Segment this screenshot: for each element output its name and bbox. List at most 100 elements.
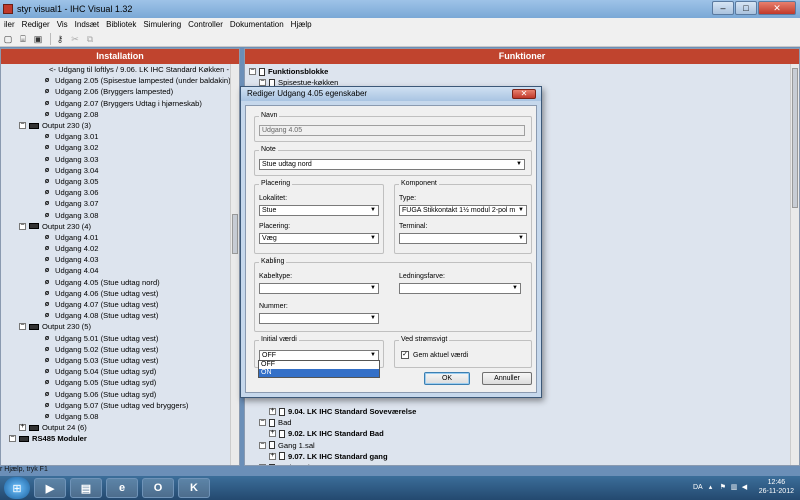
tree-row[interactable]: ø Udgang 3.08	[1, 209, 239, 220]
installation-scrollbar[interactable]	[230, 64, 239, 465]
tree-row[interactable]: − Output 230 (5)	[1, 321, 239, 332]
tree-row[interactable]: ø Udgang 4.04	[1, 265, 239, 276]
chevron-up-icon[interactable]: ▴	[709, 483, 717, 491]
menu-item[interactable]: iler	[4, 20, 15, 29]
collapse-icon[interactable]: −	[19, 323, 26, 331]
collapse-icon[interactable]: −	[259, 464, 266, 465]
tree-row[interactable]: <- Udgang til loftlys / 9.06. LK IHC Sta…	[1, 64, 239, 75]
tree-row[interactable]: − Gang 1.sal	[245, 440, 799, 451]
ie-icon[interactable]: e	[106, 478, 138, 498]
tree-row[interactable]: ø Udgang 2.08	[1, 109, 239, 120]
volume-icon[interactable]: ◀	[742, 483, 750, 491]
save-icon[interactable]: ▣	[32, 33, 44, 45]
chevron-down-icon[interactable]: ▼	[517, 207, 525, 214]
tree-row[interactable]: ø Udgang 5.04 (Stue udtag syd)	[1, 366, 239, 377]
functions-scroll-thumb[interactable]	[792, 68, 798, 208]
ihc-icon[interactable]: K	[178, 478, 210, 498]
chevron-down-icon[interactable]: ▼	[369, 207, 377, 214]
menu-item[interactable]: Hjælp	[291, 20, 312, 29]
gem-checkbox[interactable]: ✓	[401, 351, 409, 359]
tree-row[interactable]: ø Udgang 3.05	[1, 176, 239, 187]
tree-row[interactable]: ø Udgang 5.06 (Stue udtag syd)	[1, 388, 239, 399]
tree-row[interactable]: ø Udgang 3.06	[1, 187, 239, 198]
maximize-button[interactable]: □	[735, 1, 757, 15]
tree-row[interactable]: ø Udgang 4.07 (Stue udtag vest)	[1, 299, 239, 310]
chevron-down-icon[interactable]: ▼	[369, 285, 377, 292]
collapse-icon[interactable]: −	[259, 441, 266, 449]
tree-row[interactable]: +9.04. LK IHC Standard Soveværelse	[245, 406, 799, 417]
chevron-down-icon[interactable]: ▼	[515, 161, 523, 168]
network-icon[interactable]: ▥	[731, 483, 739, 491]
tree-row[interactable]: ø Udgang 5.03 (Stue udtag vest)	[1, 355, 239, 366]
collapse-icon[interactable]: −	[249, 68, 256, 76]
terminal-select[interactable]: ▼	[399, 233, 527, 244]
tree-row[interactable]: ø Udgang 4.06 (Stue udtag vest)	[1, 288, 239, 299]
new-icon[interactable]: ▢	[2, 33, 14, 45]
tree-row[interactable]: ø Udgang 2.07 (Bryggers Udtag i hjørneska…	[1, 98, 239, 109]
chevron-down-icon[interactable]: ▼	[369, 235, 377, 242]
menu-item[interactable]: Controller	[188, 20, 223, 29]
clock[interactable]: 12:46 26-11-2012	[759, 478, 794, 496]
menu-item[interactable]: Simulering	[143, 20, 181, 29]
tree-row[interactable]: ø Udgang 5.02 (Stue udtag vest)	[1, 344, 239, 355]
dropdown-option[interactable]: OFF	[259, 361, 379, 369]
collapse-icon[interactable]: −	[259, 419, 266, 427]
type-select[interactable]: FUGA Stikkontakt 1½ modul 2-pol m ▼	[399, 205, 527, 216]
tree-row[interactable]: ø Udgang 5.01 (Stue udtag vest)	[1, 333, 239, 344]
menu-item[interactable]: Rediger	[22, 20, 50, 29]
tree-row[interactable]: ø Udgang 5.05 (Stue udtag syd)	[1, 377, 239, 388]
tree-row[interactable]: + Output 24 (6)	[1, 422, 239, 433]
functions-scrollbar[interactable]	[790, 64, 799, 465]
menu-item[interactable]: Bibliotek	[106, 20, 136, 29]
media-player-icon[interactable]: ▶	[34, 478, 66, 498]
tree-row[interactable]: ø Udgang 3.04	[1, 165, 239, 176]
tree-row[interactable]: − Output 230 (3)	[1, 120, 239, 131]
tree-row[interactable]: ø Udgang 5.07 (Stue udtag ved bryggers)	[1, 400, 239, 411]
collapse-icon[interactable]: −	[19, 122, 26, 130]
outlook-icon[interactable]: O	[142, 478, 174, 498]
chevron-down-icon[interactable]: ▼	[517, 235, 525, 242]
dropdown-option[interactable]: ON	[259, 369, 379, 377]
tree-row[interactable]: ø Udgang 4.03	[1, 254, 239, 265]
tree-row[interactable]: ø Udgang 3.03	[1, 154, 239, 165]
installation-scroll-thumb[interactable]	[232, 214, 238, 254]
start-button[interactable]: ⊞	[4, 477, 30, 499]
chevron-down-icon[interactable]: ▼	[511, 285, 519, 292]
open-icon[interactable]: ⌸	[17, 33, 29, 45]
gem-checkbox-row[interactable]: ✓ Gem aktuel værdi	[401, 351, 468, 359]
expand-icon[interactable]: +	[269, 408, 276, 416]
tree-row[interactable]: ø Udgang 5.08	[1, 411, 239, 422]
tree-row[interactable]: +9.02. LK IHC Standard Bad	[245, 428, 799, 439]
cut-icon[interactable]: ✂	[69, 33, 81, 45]
minimize-button[interactable]: –	[712, 1, 734, 15]
expand-icon[interactable]: +	[269, 430, 276, 438]
lokalitet-select[interactable]: Stue ▼	[259, 205, 379, 216]
tree-row[interactable]: ø Udgang 4.08 (Stue udtag vest)	[1, 310, 239, 321]
note-field[interactable]: Stue udtag nord ▼	[259, 159, 525, 170]
tree-row[interactable]: − Bad 1.sal	[245, 462, 799, 465]
chevron-down-icon[interactable]: ▼	[369, 352, 377, 359]
tree-row[interactable]: − Funktionsblokke	[245, 66, 799, 77]
tree-row[interactable]: ø Udgang 4.02	[1, 243, 239, 254]
tree-row[interactable]: ø Udgang 2.05 (Spisestue lampested (under…	[1, 75, 239, 86]
chevron-down-icon[interactable]: ▼	[369, 315, 377, 322]
placering-select[interactable]: Væg ▼	[259, 233, 379, 244]
expand-icon[interactable]: +	[269, 452, 276, 460]
cancel-button[interactable]: Annuller	[482, 372, 532, 385]
flag-icon[interactable]: ⚑	[720, 483, 728, 491]
dialog-close-button[interactable]: ✕	[512, 89, 536, 99]
tree-row[interactable]: +9.07. LK IHC Standard gang	[245, 451, 799, 462]
ok-button[interactable]: OK	[424, 372, 470, 385]
tree-row[interactable]: ø Udgang 4.01	[1, 232, 239, 243]
language-indicator[interactable]: DA	[693, 484, 703, 491]
tree-row[interactable]: ø Udgang 2.06 (Bryggers lampested)	[1, 86, 239, 97]
kabeltype-select[interactable]: ▼	[259, 283, 379, 294]
tree-row[interactable]: ø Udgang 3.01	[1, 131, 239, 142]
collapse-icon[interactable]: −	[9, 435, 16, 443]
menu-item[interactable]: Indsæt	[75, 20, 99, 29]
nummer-select[interactable]: ▼	[259, 313, 379, 324]
tree-row[interactable]: ø Udgang 4.05 (Stue udtag nord)	[1, 277, 239, 288]
close-button[interactable]: ✕	[758, 1, 796, 15]
key-icon[interactable]: ⚷	[54, 33, 66, 45]
folder-icon[interactable]: ▤	[70, 478, 102, 498]
